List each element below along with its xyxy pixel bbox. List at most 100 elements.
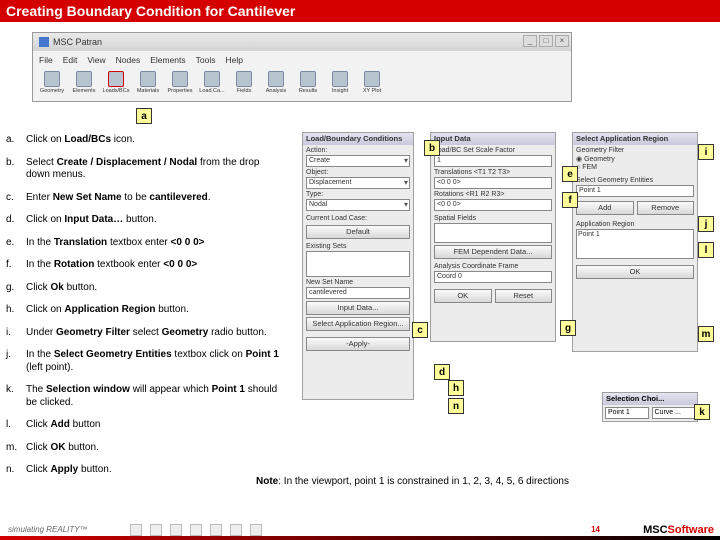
toolbar-label: Materials bbox=[137, 88, 159, 94]
instruction-step: l.Click Add button bbox=[6, 419, 288, 432]
action-combo[interactable]: Create bbox=[306, 155, 410, 167]
callout-j: j bbox=[698, 216, 714, 232]
add-button[interactable]: Add bbox=[576, 201, 634, 215]
toolbar-button-xyplot[interactable]: XY Plot bbox=[357, 71, 387, 101]
label: Load/BC Set Scale Factor bbox=[434, 147, 552, 154]
callout-m: m bbox=[698, 326, 714, 342]
geometry-radio[interactable]: ◉ Geometry bbox=[576, 155, 694, 163]
callout-b: b bbox=[424, 140, 440, 156]
app-menubar: File Edit View Nodes Elements Tools Help bbox=[33, 51, 571, 69]
toolbar-icon bbox=[140, 71, 156, 87]
toolbar-button-insight[interactable]: Insight bbox=[325, 71, 355, 101]
toolbar-icon bbox=[44, 71, 60, 87]
label: Object: bbox=[306, 169, 410, 176]
step-label: m. bbox=[6, 442, 26, 455]
page-number: 14 bbox=[591, 525, 600, 534]
ok-button[interactable]: OK bbox=[434, 289, 492, 303]
menu-item[interactable]: File bbox=[39, 55, 53, 65]
selection-choice-curve[interactable]: Curve ... bbox=[652, 407, 696, 419]
menu-item[interactable]: Nodes bbox=[116, 55, 141, 65]
menu-item[interactable]: Tools bbox=[196, 55, 216, 65]
toolbar-label: Loads/BCs bbox=[103, 88, 130, 94]
instruction-step: a.Click on Load/BCs icon. bbox=[6, 134, 288, 147]
close-icon[interactable]: × bbox=[555, 35, 569, 47]
input-data-button[interactable]: Input Data... bbox=[306, 301, 410, 315]
step-text: The Selection window will appear which P… bbox=[26, 384, 288, 409]
remove-button[interactable]: Remove bbox=[637, 201, 695, 215]
toolbar-button-properties[interactable]: Properties bbox=[165, 71, 195, 101]
toolbar-label: Properties bbox=[167, 88, 192, 94]
toolbar-button-elements[interactable]: Elements bbox=[69, 71, 99, 101]
menu-item[interactable]: Edit bbox=[63, 55, 78, 65]
toolbar-label: Results bbox=[299, 88, 317, 94]
scale-input[interactable]: 1 bbox=[434, 155, 552, 167]
footer-icon bbox=[250, 524, 262, 536]
selection-window: Selection Choi... Point 1 Curve ... bbox=[602, 392, 698, 422]
fem-radio[interactable]: ○ FEM bbox=[576, 164, 694, 171]
fem-dependent-button[interactable]: FEM Dependent Data... bbox=[434, 245, 552, 259]
step-text: Under Geometry Filter select Geometry ra… bbox=[26, 327, 288, 340]
selection-choice-point[interactable]: Point 1 bbox=[605, 407, 649, 419]
toolbar-button-fields[interactable]: Fields bbox=[229, 71, 259, 101]
step-label: k. bbox=[6, 384, 26, 409]
step-label: f. bbox=[6, 259, 26, 272]
toolbar-label: Elements bbox=[73, 88, 96, 94]
label: New Set Name bbox=[306, 279, 410, 286]
step-label: l. bbox=[6, 419, 26, 432]
label: Translations <T1 T2 T3> bbox=[434, 169, 552, 176]
toolbar-label: Analysis bbox=[266, 88, 286, 94]
callout-n: n bbox=[448, 398, 464, 414]
menu-item[interactable]: View bbox=[87, 55, 105, 65]
toolbar-button-geometry[interactable]: Geometry bbox=[37, 71, 67, 101]
toolbar-icon bbox=[300, 71, 316, 87]
step-label: d. bbox=[6, 214, 26, 227]
callout-e: e bbox=[562, 166, 578, 182]
instruction-step: c.Enter New Set Name to be cantilevered. bbox=[6, 192, 288, 205]
step-label: i. bbox=[6, 327, 26, 340]
instruction-step: h.Click on Application Region button. bbox=[6, 304, 288, 317]
apply-button[interactable]: -Apply- bbox=[306, 337, 410, 351]
instruction-step: g.Click Ok button. bbox=[6, 282, 288, 295]
footer-icon bbox=[150, 524, 162, 536]
toolbar-label: Load Ca... bbox=[199, 88, 224, 94]
reset-button[interactable]: Reset bbox=[495, 289, 553, 303]
toolbar-icon bbox=[204, 71, 220, 87]
panel-header: Input Data bbox=[431, 133, 555, 145]
menu-item[interactable]: Help bbox=[226, 55, 243, 65]
callout-d: d bbox=[434, 364, 450, 380]
callout-h: h bbox=[448, 380, 464, 396]
toolbar-button-loadsbcs[interactable]: Loads/BCs bbox=[101, 71, 131, 101]
minimize-icon[interactable]: _ bbox=[523, 35, 537, 47]
maximize-icon[interactable]: □ bbox=[539, 35, 553, 47]
object-combo[interactable]: Displacement bbox=[306, 177, 410, 189]
callout-g: g bbox=[560, 320, 576, 336]
label: Analysis Coordinate Frame bbox=[434, 263, 552, 270]
menu-item[interactable]: Elements bbox=[150, 55, 185, 65]
toolbar-icon bbox=[332, 71, 348, 87]
footer-tagline: simulating REALITY™ bbox=[8, 525, 88, 534]
instruction-step: b.Select Create / Displacement / Nodal f… bbox=[6, 157, 288, 182]
instruction-step: d.Click on Input Data… button. bbox=[6, 214, 288, 227]
step-text: Click Apply button. bbox=[26, 464, 288, 477]
application-region-list[interactable]: Point 1 bbox=[576, 229, 694, 259]
select-entities-input[interactable]: Point 1 bbox=[576, 185, 694, 197]
toolbar-button-results[interactable]: Results bbox=[293, 71, 323, 101]
application-region-button[interactable]: Select Application Region... bbox=[306, 317, 410, 331]
type-combo[interactable]: Nodal bbox=[306, 199, 410, 211]
ok-button[interactable]: OK bbox=[576, 265, 694, 279]
rotations-input[interactable]: <0 0 0> bbox=[434, 199, 552, 211]
panel-header: Selection Choi... bbox=[603, 393, 697, 405]
existing-sets-list[interactable] bbox=[306, 251, 410, 277]
instruction-step: j.In the Select Geometry Entities textbo… bbox=[6, 349, 288, 374]
step-text: In the Rotation textbook enter <0 0 0> bbox=[26, 259, 288, 272]
step-label: c. bbox=[6, 192, 26, 205]
spatial-fields-list[interactable] bbox=[434, 223, 552, 243]
translations-input[interactable]: <0 0 0> bbox=[434, 177, 552, 189]
new-set-name-input[interactable]: cantilevered bbox=[306, 287, 410, 299]
toolbar-button-analysis[interactable]: Analysis bbox=[261, 71, 291, 101]
toolbar-button-loadca[interactable]: Load Ca... bbox=[197, 71, 227, 101]
panel-header: Load/Boundary Conditions bbox=[303, 133, 413, 145]
coord-frame-input[interactable]: Coord 0 bbox=[434, 271, 552, 283]
loadcase-button[interactable]: Default bbox=[306, 225, 410, 239]
toolbar-button-materials[interactable]: Materials bbox=[133, 71, 163, 101]
